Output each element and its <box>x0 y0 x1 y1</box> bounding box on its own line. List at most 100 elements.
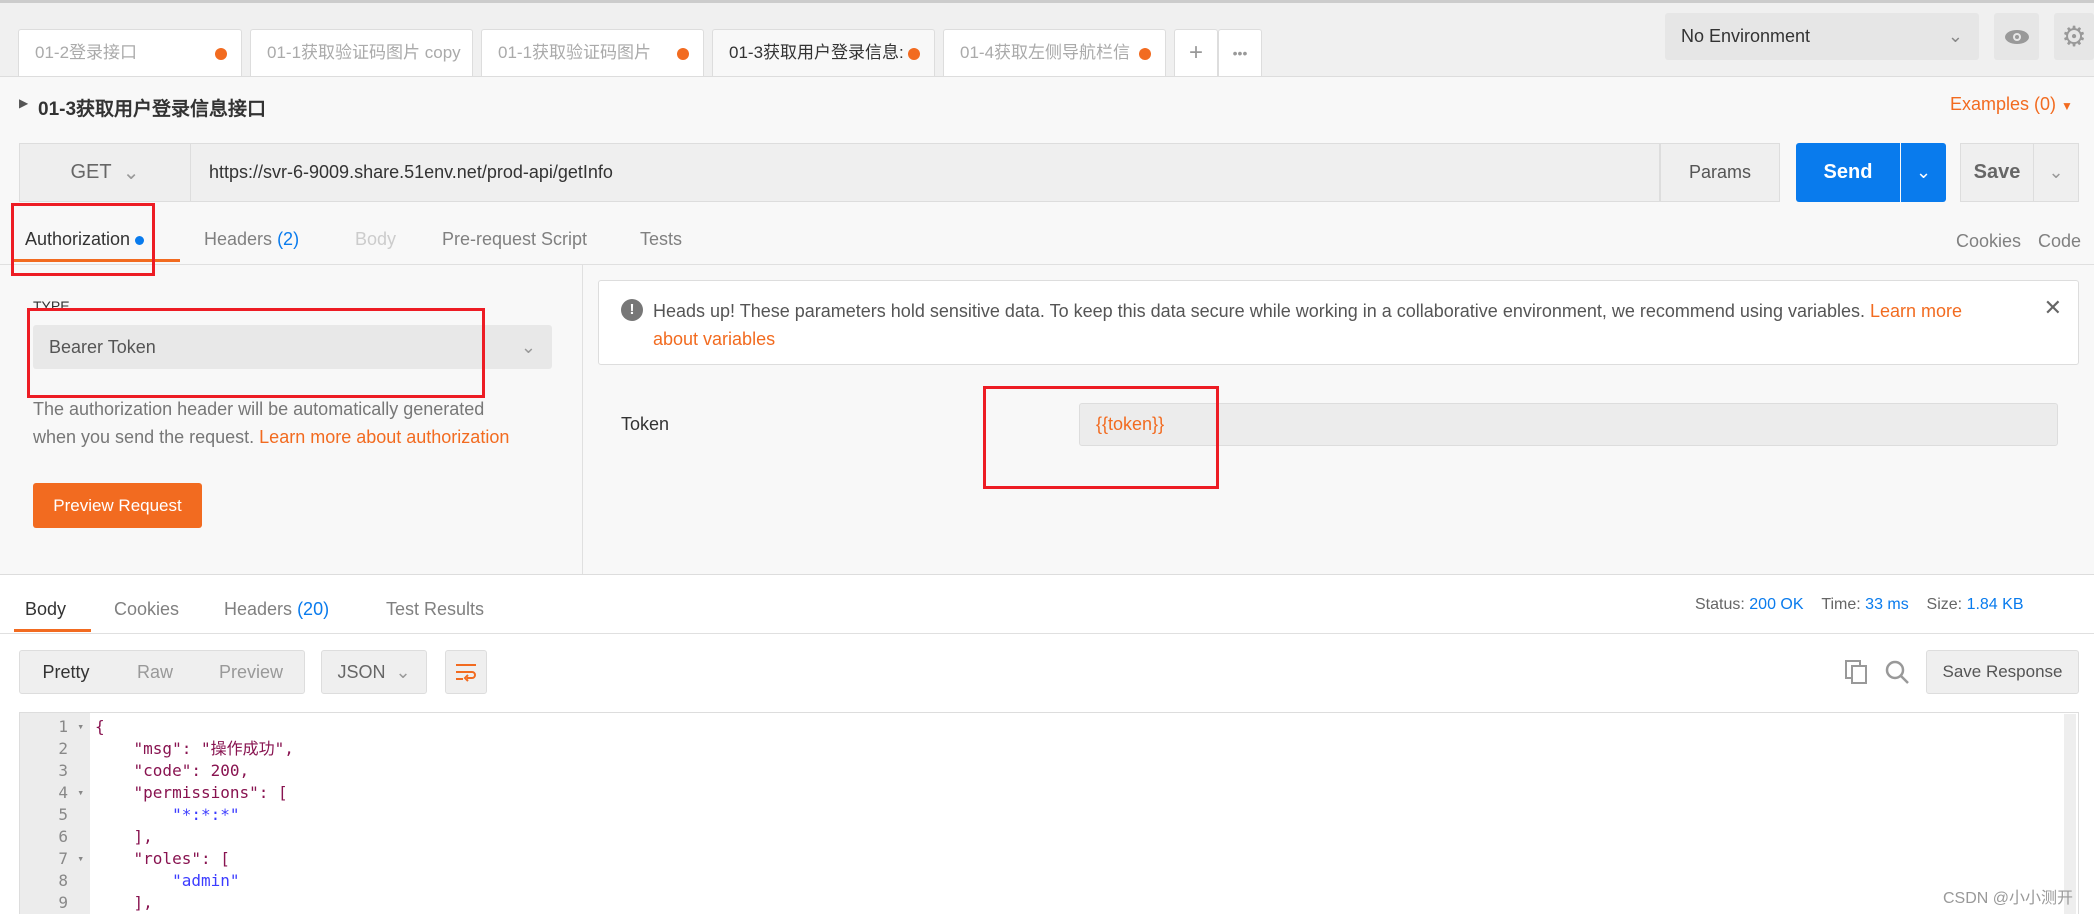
response-tab-body[interactable]: Body <box>25 599 66 620</box>
chevron-down-icon: ⌄ <box>122 162 140 184</box>
tab-3[interactable]: 01-3获取用户登录信息: <box>712 29 935 76</box>
code-line: "roles": [ <box>95 849 230 868</box>
line-number: 3 <box>58 761 68 780</box>
copy-icon <box>1845 660 1867 684</box>
code-line: "msg": "操作成功", <box>95 739 294 758</box>
send-options-button[interactable]: ⌄ <box>1901 143 1946 202</box>
send-button[interactable]: Send <box>1796 143 1900 202</box>
format-select[interactable]: JSON ⌄ <box>321 650 427 694</box>
add-tab-button[interactable]: + <box>1174 29 1218 76</box>
tab-4[interactable]: 01-4获取左侧导航栏信 <box>943 29 1166 76</box>
code-line: "*:*:*" <box>95 805 240 824</box>
pretty-button[interactable]: Pretty <box>20 651 112 693</box>
status-value: 200 OK <box>1749 596 1804 613</box>
response-meta: Status: 200 OK Time: 33 ms Size: 1.84 KB <box>1695 596 2024 614</box>
url-input[interactable]: https://svr-6-9009.share.51env.net/prod-… <box>191 143 1660 202</box>
code-line: ], <box>95 827 153 846</box>
size-value: 1.84 KB <box>1966 596 2024 613</box>
raw-button[interactable]: Raw <box>112 651 198 693</box>
panel-divider <box>582 265 583 574</box>
params-button[interactable]: Params <box>1660 143 1780 202</box>
method-select[interactable]: GET ⌄ <box>19 143 191 202</box>
fold-arrow-icon[interactable]: ▾ <box>77 848 84 870</box>
tab-tests[interactable]: Tests <box>640 229 682 250</box>
code-line: { <box>95 717 105 736</box>
chevron-down-icon: ⌄ <box>1915 162 1932 182</box>
auth-description: The authorization header will be automat… <box>33 395 509 451</box>
environment-select[interactable]: No Environment ⌄ <box>1665 13 1979 60</box>
code-line: ], <box>95 893 153 912</box>
response-tab-test-results[interactable]: Test Results <box>386 599 484 620</box>
time-value: 33 ms <box>1865 596 1909 613</box>
fold-arrow-icon[interactable]: ▾ <box>77 716 84 738</box>
tab-headers[interactable]: Headers (2) <box>204 229 299 250</box>
learn-more-auth-link[interactable]: Learn more about authorization <box>259 427 509 447</box>
copy-button[interactable] <box>1839 655 1873 689</box>
search-button[interactable] <box>1880 655 1914 689</box>
save-button[interactable]: Save <box>1960 143 2034 202</box>
chevron-down-icon: ⌄ <box>520 336 536 357</box>
code-line: "admin" <box>95 871 240 890</box>
eye-icon <box>2004 29 2029 44</box>
tab-label: Headers <box>224 599 293 619</box>
close-icon[interactable]: ✕ <box>2044 295 2062 321</box>
tab-label: 01-1获取验证码图片 <box>498 43 652 62</box>
tab-body[interactable]: Body <box>355 229 396 250</box>
watermark: CSDN @小小测开 <box>1943 890 2074 907</box>
environment-value: No Environment <box>1681 26 1811 46</box>
tab-label: 01-3获取用户登录信息: <box>729 43 904 62</box>
settings-button[interactable]: ⚙ <box>2054 13 2094 60</box>
response-tab-headers[interactable]: Headers (20) <box>224 599 329 620</box>
learn-more-variables-link[interactable]: Learn more <box>1870 301 1962 321</box>
response-editor[interactable] <box>19 712 2079 914</box>
code-line: "permissions": [ <box>95 783 288 802</box>
tab-pre-request-script[interactable]: Pre-request Script <box>442 229 587 250</box>
tab-label: 01-1获取验证码图片 copy <box>267 43 461 62</box>
headers-count: (20) <box>297 599 330 619</box>
collapse-triangle-icon[interactable]: ▶ <box>19 96 28 110</box>
response-tab-cookies[interactable]: Cookies <box>114 599 179 620</box>
tab-0[interactable]: 01-2登录接口 <box>18 29 242 76</box>
time-label: Time: <box>1821 596 1861 613</box>
unsaved-dot-icon <box>215 48 227 60</box>
active-tab-underline <box>14 629 91 632</box>
examples-dropdown[interactable]: Examples (0) ▼ <box>1950 94 2073 115</box>
examples-label: Examples (0) <box>1950 94 2057 114</box>
unsaved-dot-icon <box>1139 48 1151 60</box>
save-options-button[interactable]: ⌄ <box>2034 143 2079 202</box>
environment-quick-look-button[interactable] <box>1994 13 2039 60</box>
fold-arrow-icon[interactable]: ▾ <box>77 782 84 804</box>
tab-label: Headers <box>204 229 273 249</box>
tab-1[interactable]: 01-1获取验证码图片 copy <box>250 29 473 76</box>
line-number: 9 <box>58 893 68 912</box>
method-value: GET <box>70 161 112 183</box>
line-number: 2 <box>58 739 68 758</box>
line-number: 8 <box>58 871 68 890</box>
wrap-icon <box>456 664 476 682</box>
chevron-down-icon: ⌄ <box>395 661 411 682</box>
size-label: Size: <box>1926 596 1963 613</box>
line-number: 5 <box>58 805 68 824</box>
more-tabs-button[interactable]: ••• <box>1218 29 1262 76</box>
desc-line: The authorization header will be automat… <box>33 399 485 419</box>
code-link[interactable]: Code <box>2038 231 2081 252</box>
preview-request-button[interactable]: Preview Request <box>33 483 202 528</box>
sensitive-data-alert: ! Heads up! These parameters hold sensit… <box>598 280 2079 365</box>
code-line: "code": 200, <box>95 761 250 780</box>
token-input[interactable]: {{token}} <box>1079 403 2058 446</box>
status-label: Status: <box>1695 596 1745 613</box>
cookies-link[interactable]: Cookies <box>1956 231 2021 252</box>
wrap-lines-button[interactable] <box>445 650 487 694</box>
line-number: 4 ▾ <box>58 782 84 804</box>
unsaved-dot-icon <box>908 48 920 60</box>
request-name: 01-3获取用户登录信息接口 <box>38 99 267 120</box>
preview-button[interactable]: Preview <box>198 651 304 693</box>
line-number: 6 <box>58 827 68 846</box>
save-response-button[interactable]: Save Response <box>1926 650 2079 694</box>
tab-2[interactable]: 01-1获取验证码图片 <box>481 29 704 76</box>
highlight-box <box>11 203 155 276</box>
learn-more-variables-link[interactable]: about variables <box>653 329 775 349</box>
caret-down-icon: ▼ <box>2061 99 2073 113</box>
gear-icon: ⚙ <box>2061 21 2087 52</box>
desc-line: when you send the request. <box>33 427 255 447</box>
